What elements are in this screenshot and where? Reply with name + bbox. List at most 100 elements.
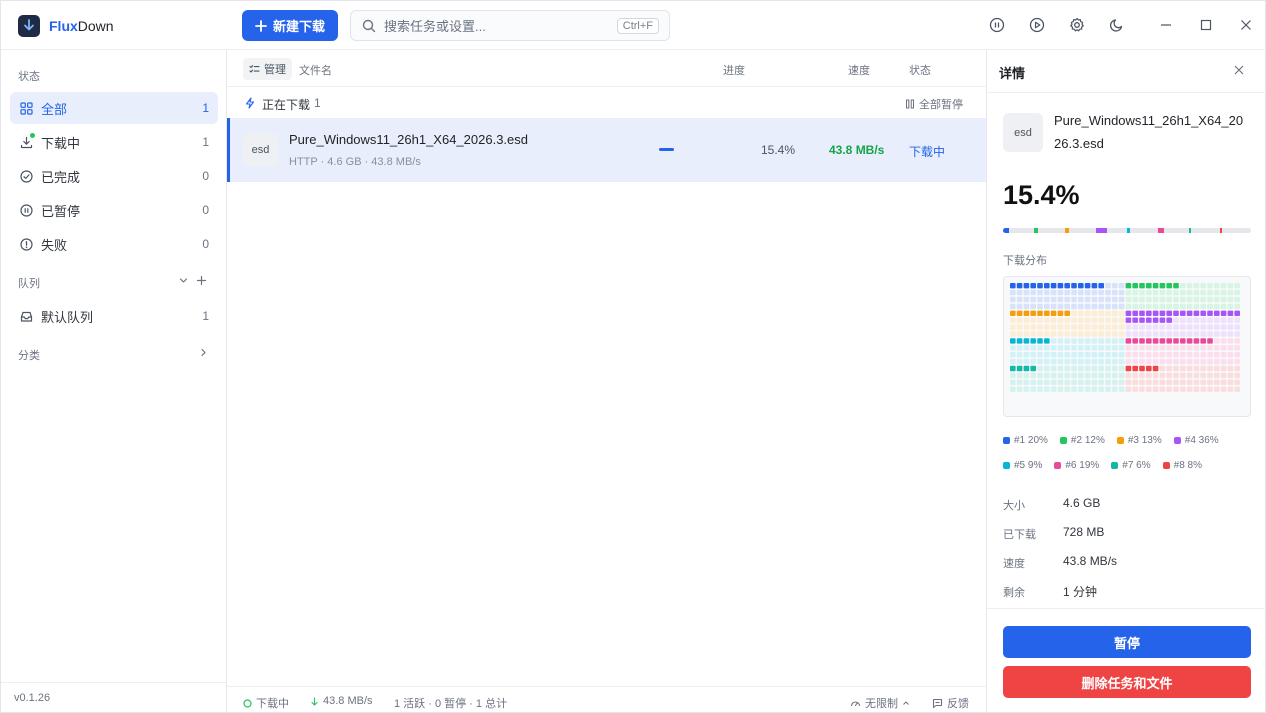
legend-swatch (1174, 437, 1181, 444)
maximize-icon[interactable] (1197, 16, 1215, 34)
delete-task-and-file-button[interactable]: 删除任务和文件 (1003, 666, 1251, 698)
distribution-cell (1058, 380, 1064, 385)
distribution-cell (1058, 345, 1064, 350)
app-version: v0.1.26 (14, 692, 50, 704)
sidebar-item-paused[interactable]: 已暂停 0 (10, 194, 218, 226)
distribution-cell (1058, 359, 1064, 364)
task-speed: 43.8 MB/s (829, 143, 884, 157)
distribution-cell (1044, 331, 1050, 336)
distribution-cell (1010, 380, 1016, 385)
distribution-cell (1024, 297, 1030, 302)
segment-fill (1065, 228, 1069, 233)
distribution-cell (1078, 345, 1084, 350)
gauge-icon (850, 698, 861, 709)
distribution-cell (1064, 387, 1070, 392)
distribution-cell (1044, 380, 1050, 385)
new-download-button[interactable]: 新建下载 (242, 10, 338, 41)
search-input[interactable]: 搜索任务或设置... Ctrl+F (350, 10, 670, 41)
distribution-cell (1024, 387, 1030, 392)
distribution-cell (1228, 311, 1234, 316)
sidebar-item-default-queue[interactable]: 默认队列 1 (10, 300, 218, 332)
distribution-cell (1200, 352, 1206, 357)
distribution-cell (1146, 373, 1152, 378)
close-icon[interactable] (1237, 16, 1255, 34)
column-header-progress[interactable]: 进度 (723, 62, 745, 78)
gear-icon[interactable] (1068, 16, 1086, 34)
distribution-cell (1024, 366, 1030, 371)
distribution-cell (1017, 318, 1023, 323)
distribution-cell (1207, 338, 1213, 343)
distribution-cell (1085, 297, 1091, 302)
sidebar-item-downloading[interactable]: 下载中 1 (10, 126, 218, 158)
distribution-cell (1207, 318, 1213, 323)
distribution-cell (1037, 373, 1043, 378)
moon-icon[interactable] (1108, 16, 1126, 34)
distribution-cell (1221, 352, 1227, 357)
chevron-right-icon[interactable] (198, 347, 209, 361)
distribution-cell (1085, 338, 1091, 343)
distribution-cell (1166, 283, 1172, 288)
pause-button[interactable]: 暂停 (1003, 626, 1251, 658)
status-bar: 下载中 43.8 MB/s 1 活跃 · 0 暂停 · 1 总计 无限制 反馈 (227, 686, 986, 713)
distribution-cell (1166, 345, 1172, 350)
distribution-cell (1058, 318, 1064, 323)
column-header-speed[interactable]: 速度 (848, 62, 870, 78)
distribution-cell (1221, 283, 1227, 288)
distribution-cell (1024, 380, 1030, 385)
distribution-cell (1092, 324, 1098, 329)
distribution-cell (1180, 338, 1186, 343)
speed-limit-button[interactable]: 无限制 (850, 695, 910, 711)
distribution-cell (1010, 331, 1016, 336)
chevron-down-icon[interactable] (178, 275, 189, 289)
table-row[interactable]: esd Pure_Windows11_26h1_X64_2026.3.esd H… (227, 118, 986, 182)
minimize-icon[interactable] (1157, 16, 1175, 34)
distribution-cell (1187, 324, 1193, 329)
segment-fill (1189, 228, 1191, 233)
distribution-cell (1234, 366, 1240, 371)
distribution-cell (1153, 324, 1159, 329)
distribution-grid (1003, 276, 1251, 417)
task-status: 下载中 (909, 143, 945, 160)
sidebar-item-count: 0 (202, 169, 209, 183)
distribution-cell (1214, 338, 1220, 343)
info-value-downloaded: 728 MB (1063, 525, 1104, 539)
message-icon (932, 698, 943, 709)
distribution-cell (1187, 283, 1193, 288)
distribution-cell (1180, 352, 1186, 357)
distribution-cell (1126, 331, 1132, 336)
distribution-cell (1017, 352, 1023, 357)
distribution-cell (1044, 373, 1050, 378)
distribution-cell (1234, 373, 1240, 378)
distribution-cell (1146, 318, 1152, 323)
distribution-cell (1030, 373, 1036, 378)
distribution-cell (1051, 283, 1057, 288)
sidebar-item-failed[interactable]: 失败 0 (10, 228, 218, 260)
play-circle-icon[interactable] (1028, 16, 1046, 34)
distribution-cell (1064, 380, 1070, 385)
pause-circle-icon[interactable] (988, 16, 1006, 34)
info-key-size: 大小 (1003, 497, 1025, 513)
distribution-cell (1207, 352, 1213, 357)
distribution-cell (1058, 366, 1064, 371)
active-dot (30, 133, 35, 138)
feedback-button[interactable]: 反馈 (932, 695, 969, 711)
column-header-status[interactable]: 状态 (909, 62, 931, 78)
distribution-cell (1180, 380, 1186, 385)
distribution-cell (1160, 283, 1166, 288)
segment-progress-bar (1003, 228, 1251, 233)
manage-button[interactable]: 管理 (243, 58, 292, 80)
distribution-cell (1153, 352, 1159, 357)
pause-all-button[interactable]: 全部暂停 (905, 96, 963, 112)
sidebar-item-completed[interactable]: 已完成 0 (10, 160, 218, 192)
distribution-cell (1051, 331, 1057, 336)
distribution-cell (1187, 352, 1193, 357)
close-detail-icon[interactable] (1233, 64, 1247, 78)
add-queue-icon[interactable] (196, 275, 207, 289)
sidebar-item-all[interactable]: 全部 1 (10, 92, 218, 124)
distribution-cell (1092, 387, 1098, 392)
distribution-cell (1119, 380, 1125, 385)
distribution-cell (1017, 373, 1023, 378)
distribution-cell (1085, 290, 1091, 295)
distribution-cell (1098, 387, 1104, 392)
column-header-name[interactable]: 文件名 (299, 62, 332, 78)
